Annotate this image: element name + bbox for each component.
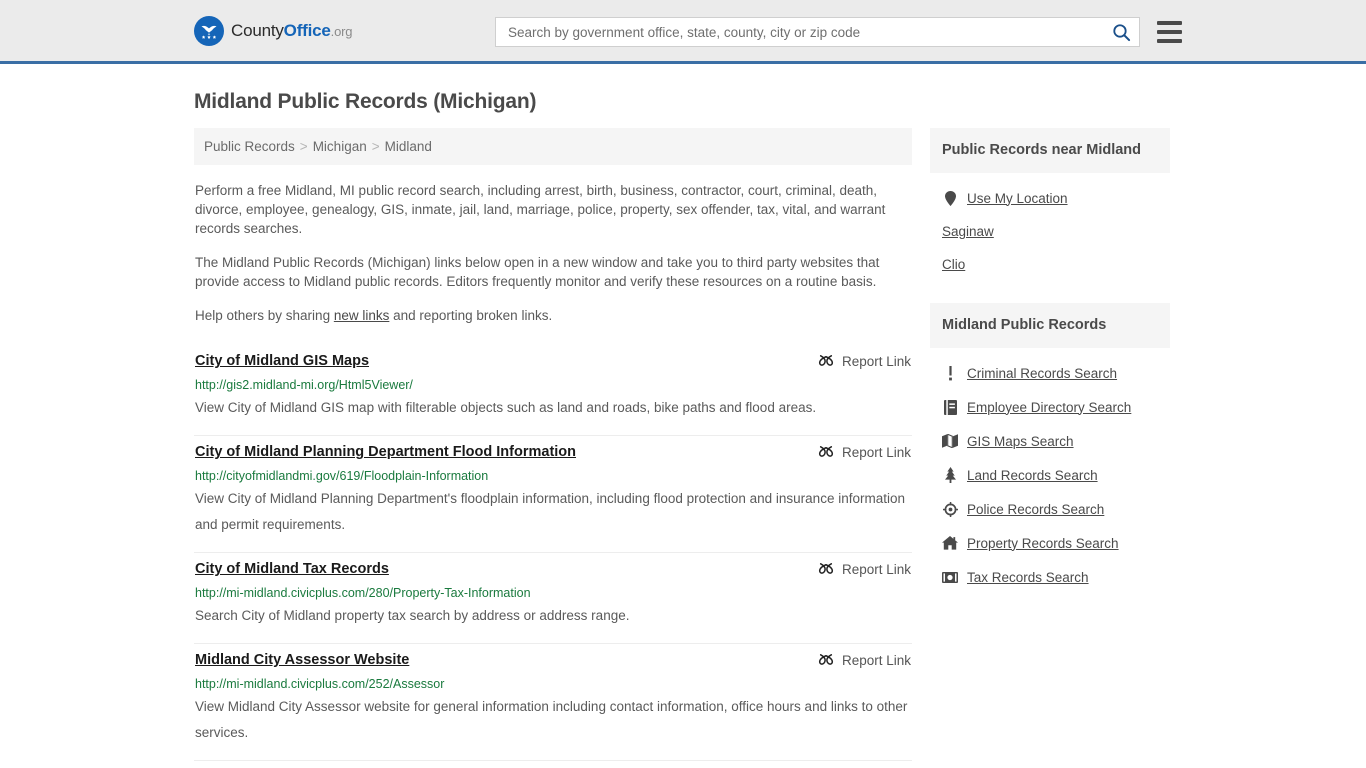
result-url-link[interactable]: http://mi-midland.civicplus.com/280/Prop… [195,585,911,601]
sidebar-item-label: Use My Location [967,190,1068,206]
intro-text-after: and reporting broken links. [389,308,553,323]
logo-text-county: County [231,20,284,40]
card-title: Public Records near Midland [930,128,1170,173]
report-link-button[interactable]: Report Link [818,650,911,668]
intro-paragraph-2: The Midland Public Records (Michigan) li… [195,255,880,289]
sidebar-item-label: Land Records Search [967,467,1098,483]
result-header: City of Midland GIS Maps Report Link [195,351,911,371]
result-header: Midland City Assessor Website Report Lin… [195,650,911,670]
map-icon [942,433,958,449]
result-title-link[interactable]: City of Midland GIS Maps [195,351,369,371]
intro-paragraph-3: Help others by sharing new links and rep… [195,306,911,325]
sidebar-item-label: Criminal Records Search [967,365,1118,381]
intro-text-before: Help others by sharing [195,308,334,323]
result-title-link[interactable]: City of Midland Planning Department Floo… [195,442,576,462]
intro-text: Perform a free Midland, MI public record… [194,181,912,325]
broken-link-icon [818,355,834,366]
header-search-area [495,17,1182,47]
logo-text-office: Office [283,20,331,40]
site-logo[interactable]: CountyOffice.org [194,15,352,46]
sidebar: Public Records near Midland Use My Locat… [930,128,1170,616]
police-badge-icon [942,501,958,517]
result-url-link[interactable]: http://cityofmidlandmi.gov/619/Floodplai… [195,468,911,484]
result-header: City of Midland Planning Department Floo… [195,442,911,462]
result-description: Search City of Midland property tax sear… [195,608,630,623]
breadcrumb-item-midland: Midland [384,139,432,154]
report-link-label: Report Link [841,353,911,369]
report-link-label: Report Link [841,652,911,668]
sidebar-item-police-records-search[interactable]: Police Records Search [930,492,1170,526]
search-input[interactable] [506,23,1112,41]
main-content: Public Records > Michigan > Midland Perform … [194,128,912,761]
menu-icon[interactable] [1157,21,1182,43]
result-item: Midland City Assessor Website Report Lin… [194,644,912,761]
public-records-near-card: Public Records near Midland Use My Locat… [930,128,1170,281]
result-url-link[interactable]: http://gis2.midland-mi.org/Html5Viewer/ [195,377,911,393]
sidebar-item-use-my-location[interactable]: Use My Location [930,181,1170,215]
result-description: View City of Midland Planning Department… [195,491,905,532]
broken-link-icon [818,654,834,665]
sidebar-item-label: Property Records Search [967,535,1119,551]
home-icon [942,535,958,551]
report-link-label: Report Link [841,444,911,460]
intro-paragraph-1: Perform a free Midland, MI public record… [195,183,886,236]
sidebar-item-criminal-records-search[interactable]: Criminal Records Search [930,356,1170,390]
report-link-button[interactable]: Report Link [818,442,911,460]
hamburger-bar [1157,30,1182,34]
card-body: Use My Location Saginaw Clio [930,173,1170,281]
page-body: Public Records > Michigan > Midland Perform … [0,128,1366,761]
logo-text-org: .org [330,23,353,39]
sidebar-item-clio[interactable]: Clio [930,248,1170,281]
report-link-button[interactable]: Report Link [818,351,911,369]
sidebar-item-tax-records-search[interactable]: Tax Records Search [930,560,1170,594]
breadcrumb-item-public-records[interactable]: Public Records [204,139,295,154]
sidebar-item-employee-directory-search[interactable]: Employee Directory Search [930,390,1170,424]
sidebar-item-label: Employee Directory Search [967,399,1132,415]
breadcrumb-item-michigan[interactable]: Michigan [313,139,367,154]
result-url-link[interactable]: http://mi-midland.civicplus.com/252/Asse… [195,676,911,692]
breadcrumb-separator: > [371,139,380,154]
breadcrumb-separator: > [299,139,308,154]
results-list: City of Midland GIS Maps Report Link htt… [194,345,912,761]
broken-link-icon [818,446,834,457]
result-description: View Midland City Assessor website for g… [195,699,908,740]
report-link-label: Report Link [841,561,911,577]
sidebar-item-gis-maps-search[interactable]: GIS Maps Search [930,424,1170,458]
card-title: Midland Public Records [930,303,1170,348]
result-title-link[interactable]: Midland City Assessor Website [195,650,409,670]
result-description: View City of Midland GIS map with filter… [195,400,817,415]
report-link-button[interactable]: Report Link [818,559,911,577]
search-box[interactable] [495,17,1140,47]
result-header: City of Midland Tax Records Report Link [195,559,911,579]
book-icon [942,399,958,415]
result-item: City of Midland Tax Records Report Link … [194,553,912,644]
page-title: Midland Public Records (Michigan) [194,90,537,113]
logo-wordmark: CountyOffice.org [231,21,352,41]
hamburger-bar [1157,39,1182,43]
sidebar-item-land-records-search[interactable]: Land Records Search [930,458,1170,492]
sidebar-item-label: Tax Records Search [967,569,1089,585]
sidebar-item-label: Clio [942,257,966,272]
site-header: CountyOffice.org [0,0,1366,64]
map-pin-icon [942,190,958,206]
new-links-link[interactable]: new links [334,308,390,323]
result-item: City of Midland GIS Maps Report Link htt… [194,345,912,436]
midland-public-records-card: Midland Public Records Criminal Records … [930,303,1170,594]
sidebar-item-property-records-search[interactable]: Property Records Search [930,526,1170,560]
broken-link-icon [818,563,834,574]
countyoffice-emblem-icon [194,15,224,46]
result-title-link[interactable]: City of Midland Tax Records [195,559,389,579]
money-icon [942,569,958,585]
sidebar-item-saginaw[interactable]: Saginaw [930,215,1170,248]
sidebar-item-label: GIS Maps Search [967,433,1074,449]
exclamation-icon [942,365,958,381]
sidebar-item-label: Police Records Search [967,501,1105,517]
tree-icon [942,467,958,483]
breadcrumb: Public Records > Michigan > Midland [194,128,912,165]
search-icon[interactable] [1112,23,1131,42]
hamburger-bar [1157,21,1182,25]
sidebar-item-label: Saginaw [942,224,994,239]
result-item: City of Midland Planning Department Floo… [194,436,912,553]
card-body: Criminal Records Search Employee Directo… [930,348,1170,594]
